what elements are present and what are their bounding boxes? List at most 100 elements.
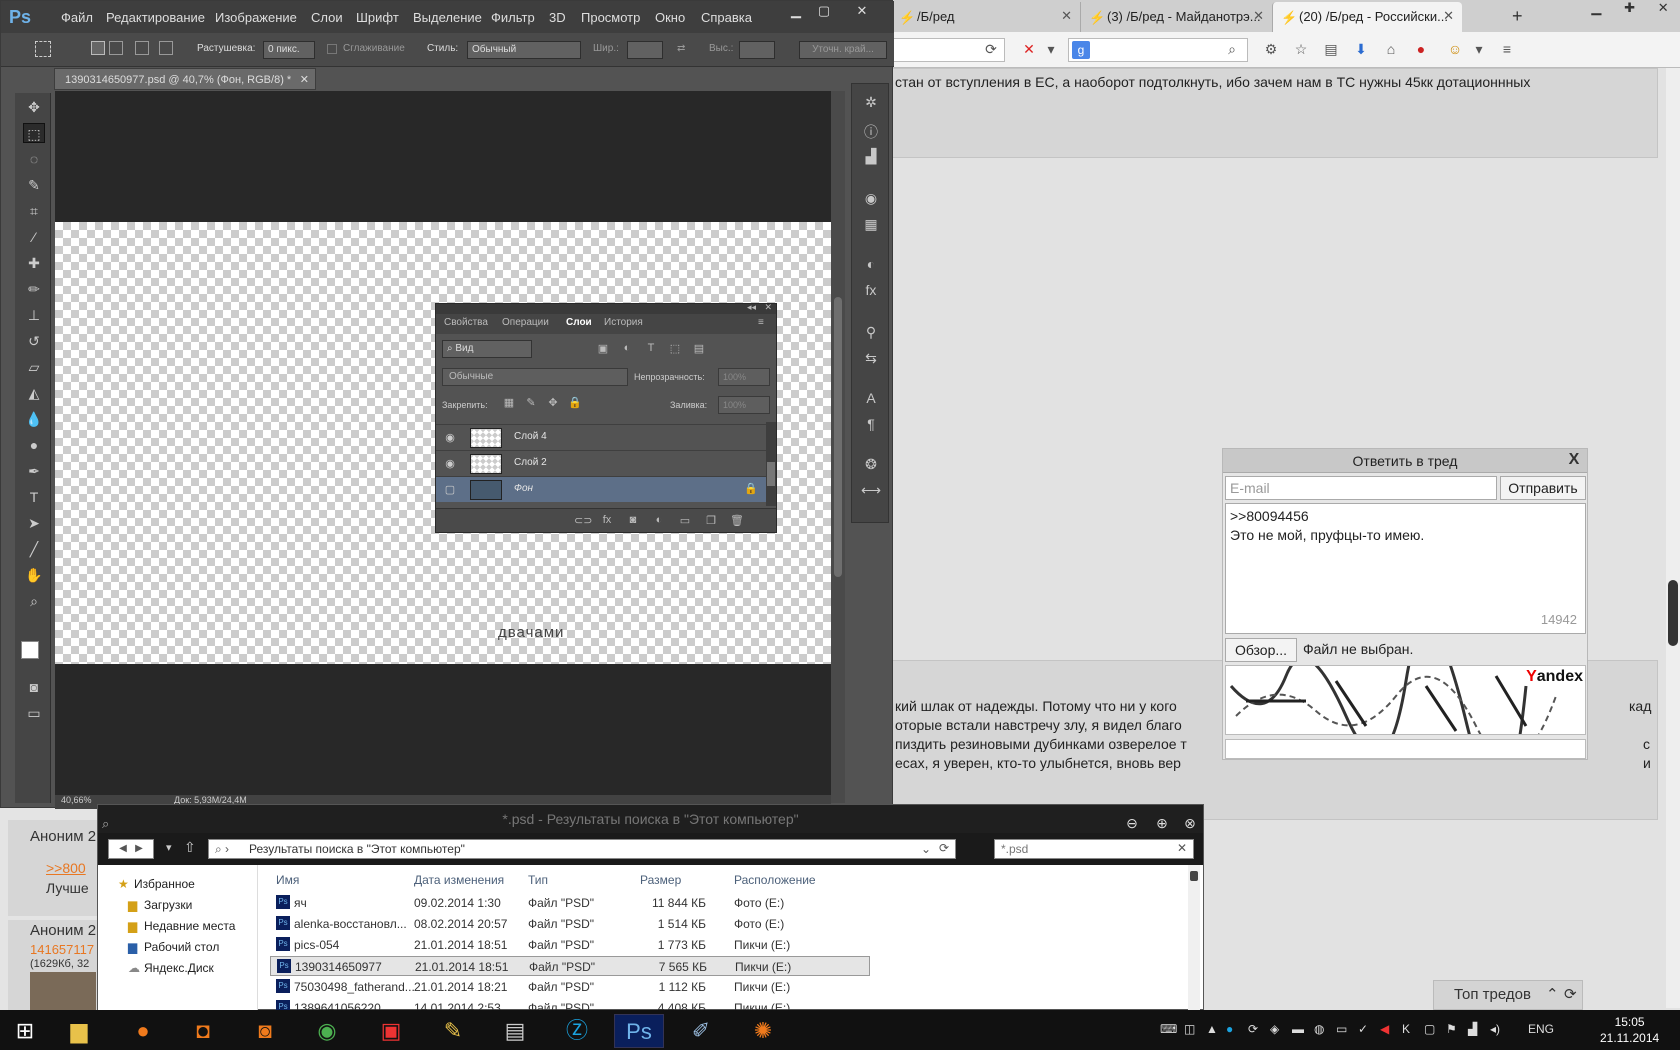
close-icon[interactable]: ✕	[764, 302, 772, 313]
reply-textarea[interactable]: >>80094456 Это не мой, пруфцы-то имею. 1…	[1225, 503, 1586, 634]
maximize-icon[interactable]: ▢	[813, 3, 835, 21]
eraser-tool-icon[interactable]: ▱	[23, 357, 45, 377]
pen-tool-icon[interactable]: ✒	[23, 461, 45, 481]
browser-tab-3[interactable]: ⚡ (20) /Б/ред - Российски... ✕	[1272, 2, 1462, 32]
app-orange-icon[interactable]: ◘	[178, 1014, 228, 1048]
blur-tool-icon[interactable]: 💧	[23, 409, 45, 429]
camera-app-icon[interactable]: ◙	[240, 1014, 290, 1048]
eye-icon[interactable]: ◉	[442, 457, 458, 471]
history-brush-tool-icon[interactable]: ↺	[23, 331, 45, 351]
close-icon[interactable]: ⊗	[1180, 809, 1200, 831]
close-document-icon[interactable]: ✕	[300, 69, 309, 91]
measurement-icon[interactable]: ⟷	[861, 482, 881, 502]
file-explorer-icon[interactable]: ▆	[54, 1014, 104, 1048]
marquee-tool-icon[interactable]	[35, 41, 51, 57]
back-forward-buttons[interactable]: ◀ ▶	[108, 839, 154, 859]
file-row[interactable]: Ps alenka-восстановл... 08.02.2014 20:57 Фа…	[270, 914, 870, 934]
notification-icon[interactable]: ▲	[1206, 1022, 1218, 1036]
width-input[interactable]	[627, 41, 663, 59]
close-tab-icon[interactable]: ✕	[1061, 8, 1072, 24]
close-tab-icon[interactable]: ✕	[1443, 8, 1454, 24]
email-field[interactable]: E-mail	[1225, 476, 1497, 500]
nav-yandex-disk[interactable]: ☁ Яндекс.Диск	[128, 961, 214, 975]
reply-form-title[interactable]: Ответить в тред	[1223, 449, 1587, 473]
canvas-scroll-thumb[interactable]	[834, 297, 842, 577]
post-image-link[interactable]: 141657117	[30, 942, 94, 957]
column-date[interactable]: Дата изменения	[414, 873, 504, 887]
close-icon[interactable]: ✕	[1658, 0, 1669, 22]
reply-close-button[interactable]: X	[1565, 451, 1583, 471]
lock-transparency-icon[interactable]: ▦	[502, 396, 516, 410]
menu-layers[interactable]: Слои	[311, 10, 343, 25]
close-icon[interactable]: ✕	[851, 3, 873, 21]
hand-tool-icon[interactable]: ✋	[23, 565, 45, 585]
line-tool-icon[interactable]: ╱	[23, 539, 45, 559]
z-app-icon[interactable]: Ⓩ	[552, 1014, 602, 1048]
column-type[interactable]: Тип	[528, 873, 548, 887]
start-windows-icon[interactable]: ⊞	[0, 1014, 50, 1048]
up-icon[interactable]: ⇧	[184, 839, 196, 856]
download-icon[interactable]: ⬇	[1352, 41, 1370, 59]
close-tab-icon[interactable]: ✕	[1253, 8, 1264, 24]
info-icon[interactable]: ⓘ	[861, 122, 881, 142]
lock-pixels-icon[interactable]: ✎	[524, 396, 538, 410]
path-selection-tool-icon[interactable]: ➤	[23, 513, 45, 533]
nav-desktop[interactable]: ▆ Рабочий стол	[128, 940, 219, 954]
explorer-address-bar[interactable]: ⌕ › Результаты поиска в "Этот компьютер"…	[208, 839, 956, 859]
foreground-color-swatch[interactable]	[21, 641, 39, 659]
layer-row[interactable]: ◉ Слой 4	[436, 424, 766, 450]
tray-sync-icon[interactable]: ⟳	[1248, 1022, 1258, 1036]
volume-icon[interactable]: ◂)	[1490, 1022, 1500, 1036]
file-row[interactable]: Ps яч 09.02.2014 1:30 Файл "PSD" 11 844 КБ Фо…	[270, 893, 870, 913]
fill-input[interactable]: 100%	[718, 396, 770, 414]
file-list-scrollbar[interactable]	[1188, 865, 1200, 1011]
paragraph-icon[interactable]: ¶	[861, 416, 881, 436]
styles-icon[interactable]: fx	[861, 282, 881, 302]
game-app-icon[interactable]: ✺	[738, 1014, 788, 1048]
library-icon[interactable]: ▤	[1322, 41, 1340, 59]
histogram-icon[interactable]: ▟	[861, 148, 881, 168]
brush-preset-icon[interactable]: ⚲	[861, 324, 881, 344]
send-button[interactable]: Отправить	[1500, 476, 1586, 500]
explorer-search-input[interactable]: *.psd ✕	[994, 839, 1194, 859]
post-reply-link[interactable]: >>800	[46, 860, 86, 876]
adblock-icon[interactable]: ●	[1412, 41, 1430, 59]
firefox-icon[interactable]: ●	[118, 1014, 168, 1048]
lasso-tool-icon[interactable]: ◌	[23, 149, 45, 169]
menu-3d[interactable]: 3D	[549, 10, 566, 25]
filter-shape-icon[interactable]: ⬚	[668, 342, 682, 356]
menu-icon[interactable]: ≡	[1498, 41, 1516, 59]
minimize-icon[interactable]: ⊖	[1122, 809, 1142, 831]
tab-layers[interactable]: Слои	[566, 317, 592, 328]
layer-row[interactable]: ◉ Слой 2	[436, 450, 766, 476]
reload-icon[interactable]: ⟳	[982, 41, 1000, 59]
monitor-app-icon[interactable]: ▤	[490, 1014, 540, 1048]
clone-stamp-tool-icon[interactable]: ⊥	[23, 305, 45, 325]
layers-scroll-thumb[interactable]	[767, 462, 775, 486]
search-bar[interactable]	[1068, 38, 1248, 62]
eyedropper-tool-icon[interactable]: ⁄	[23, 227, 45, 247]
height-input[interactable]	[739, 41, 775, 59]
zoom-tool-icon[interactable]: ⌕	[23, 591, 45, 611]
browser-tab-1[interactable]: ⚡ /Б/ред ✕	[890, 2, 1080, 32]
menu-view[interactable]: Просмотр	[581, 10, 640, 25]
file-row[interactable]: Ps pics-054 21.01.2014 18:51 Файл "PSD" 1 77…	[270, 935, 870, 955]
menu-help[interactable]: Справка	[701, 10, 752, 25]
add-mask-icon[interactable]: ◙	[626, 514, 640, 528]
chevron-down-icon[interactable]: ⌄	[921, 842, 931, 856]
column-name[interactable]: Имя	[276, 873, 299, 887]
canvas-vertical-scrollbar[interactable]	[831, 91, 845, 803]
post-thumbnail[interactable]	[30, 972, 96, 1012]
menu-image[interactable]: Изображение	[215, 10, 297, 25]
photoshop-taskbar-icon[interactable]: Ps	[614, 1014, 664, 1048]
paint-app-icon[interactable]: ✐	[676, 1014, 726, 1048]
refine-edge-button[interactable]: Уточн. край...	[799, 41, 887, 59]
layer-style-icon[interactable]: fx	[600, 514, 614, 528]
dropdown-icon[interactable]: ▾	[1042, 41, 1060, 59]
add-selection-icon[interactable]	[109, 41, 123, 55]
clock[interactable]: 15:05 21.11.2014	[1600, 1014, 1659, 1046]
tray-check-icon[interactable]: ✓	[1358, 1022, 1368, 1036]
filter-smart-icon[interactable]: ▤	[692, 342, 706, 356]
type-tool-icon[interactable]: T	[23, 487, 45, 507]
tools-app-icon[interactable]: ✎	[428, 1014, 478, 1048]
